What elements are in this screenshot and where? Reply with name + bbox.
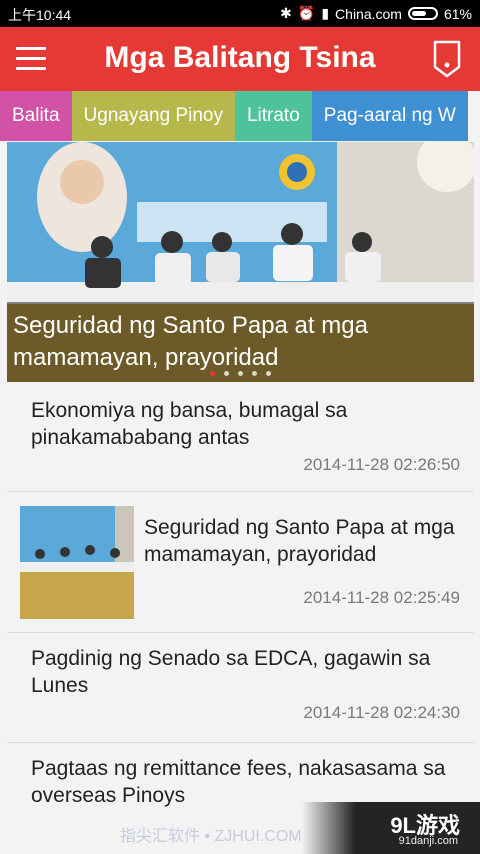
hamburger-icon — [16, 47, 46, 50]
tab-litrato[interactable]: Litrato — [234, 91, 312, 141]
bookmark-button[interactable] — [432, 39, 462, 79]
tab-balita[interactable]: Balita — [0, 91, 72, 141]
news-date: 2014-11-28 02:25:49 — [303, 588, 460, 607]
news-item[interactable]: Pagdinig ng Senado sa EDCA, gagawin sa L… — [7, 633, 474, 743]
bluetooth-icon: ✱ — [280, 5, 292, 21]
slider-dot[interactable] — [238, 371, 243, 376]
battery-percent: 61% — [443, 5, 472, 22]
tab-ugnayang-pinoy[interactable]: Ugnayang Pinoy — [71, 91, 235, 141]
category-tabs: Balita Ugnayang Pinoy Litrato Pag-aaral ng … — [0, 91, 480, 141]
news-date: 2014-11-28 02:24:30 — [303, 703, 460, 722]
app-bar: Mga Balitang Tsina — [0, 27, 480, 91]
signal-icon: ▮ — [321, 5, 330, 21]
slider-dot[interactable] — [266, 371, 271, 376]
slider-dot[interactable] — [224, 371, 229, 376]
alarm-icon: ⏰ — [297, 5, 316, 21]
hero-caption: Seguridad ng Santo Papa at mga mamamayan… — [7, 302, 474, 382]
shield-bookmark-icon — [433, 40, 461, 78]
news-item[interactable]: Seguridad ng Santo Papa at mga mamamayan… — [7, 492, 474, 633]
carrier-name: China.com — [335, 5, 402, 22]
news-item[interactable]: Ekonomiya ng bansa, bumagal sa pinakamab… — [7, 385, 474, 492]
status-icons: ✱ ⏰ ▮ China.com 61% — [280, 5, 472, 22]
news-title: Pagtaas ng remittance fees, nakasasama s… — [31, 757, 446, 807]
hero-slider[interactable]: Seguridad ng Santo Papa at mga mamamayan… — [7, 142, 474, 382]
news-title: Pagdinig ng Senado sa EDCA, gagawin sa L… — [31, 647, 431, 697]
news-list: Ekonomiya ng bansa, bumagal sa pinakamab… — [7, 385, 474, 854]
news-title: Seguridad ng Santo Papa at mga mamamayan… — [144, 516, 455, 566]
slider-dots — [7, 371, 474, 376]
menu-button[interactable] — [14, 41, 50, 77]
slider-dot[interactable] — [210, 371, 215, 376]
battery-icon — [407, 7, 438, 20]
status-bar: 上午10:44 ✱ ⏰ ▮ China.com 61% — [0, 0, 480, 27]
watermark-site: 91danji.com — [398, 835, 458, 847]
news-date: 2014-11-28 02:26:50 — [303, 455, 460, 474]
watermark-logo: 9L游戏 91danji.com — [302, 802, 480, 854]
slider-dot[interactable] — [252, 371, 257, 376]
tab-pag-aaral-ng-w[interactable]: Pag-aaral ng W — [311, 91, 468, 141]
news-title: Ekonomiya ng bansa, bumagal sa pinakamab… — [31, 399, 348, 449]
status-time: 上午10:44 — [8, 7, 72, 23]
watermark-text: 指尖汇软件 • ZJHUI.COM — [120, 828, 302, 845]
news-thumbnail — [20, 506, 134, 619]
app-title: Mga Balitang Tsina — [104, 41, 376, 74]
